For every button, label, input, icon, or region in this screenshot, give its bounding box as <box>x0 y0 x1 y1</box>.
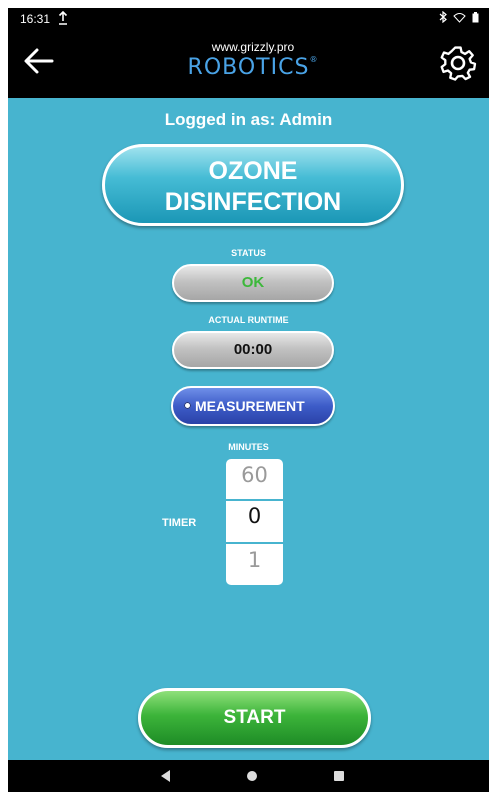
title-line-1: OZONE <box>208 157 298 185</box>
gear-icon[interactable] <box>439 44 477 82</box>
upload-icon <box>58 10 68 28</box>
logged-in-text: Logged in as: Admin <box>164 110 333 129</box>
mode-title-button: OZONE DISINFECTION <box>102 144 404 226</box>
bluetooth-icon <box>439 10 447 24</box>
title-line-2: DISINFECTION <box>164 188 342 216</box>
status-right-icons <box>439 10 479 26</box>
status-bar: 16:31 <box>8 8 489 30</box>
runtime-value: 00:00 <box>172 331 334 369</box>
status-label: STATUS <box>231 248 266 258</box>
nav-recent-icon[interactable] <box>334 771 344 781</box>
picker-divider-top <box>226 499 283 501</box>
picker-prev-value[interactable]: 60 <box>226 463 283 487</box>
wifi-icon <box>453 13 466 23</box>
minutes-number-picker[interactable]: 60 0 1 <box>226 459 283 585</box>
start-button[interactable]: START <box>138 688 371 748</box>
picker-divider-bottom <box>226 542 283 544</box>
logo-url: www.grizzly.pro <box>211 40 295 54</box>
measurement-label: MEASUREMENT <box>195 398 305 414</box>
app-bar: www.grizzly.pro ROBOTICS® <box>8 30 489 98</box>
runtime-label: ACTUAL RUNTIME <box>208 315 289 325</box>
arrow-left-icon[interactable] <box>22 44 62 80</box>
nav-home-icon[interactable] <box>247 771 257 781</box>
measurement-radio-button[interactable]: MEASUREMENT <box>171 386 335 426</box>
status-value: OK <box>172 264 334 302</box>
nav-back-icon[interactable] <box>161 770 171 782</box>
radio-dot-icon <box>184 402 191 409</box>
status-time: 16:31 <box>20 12 51 26</box>
battery-icon <box>472 12 479 23</box>
picker-next-value[interactable]: 1 <box>226 548 283 572</box>
system-nav-bar <box>8 760 489 792</box>
minutes-label: MINUTES <box>228 442 269 452</box>
timer-label: TIMER <box>162 517 197 529</box>
picker-current-value[interactable]: 0 <box>226 504 283 528</box>
app-screen: 16:31 www.grizzly.pro ROBOTICS® Logged i… <box>8 8 489 792</box>
logo-brand: ROBOTICS® <box>187 55 319 80</box>
brand-logo: www.grizzly.pro ROBOTICS® <box>183 40 323 88</box>
